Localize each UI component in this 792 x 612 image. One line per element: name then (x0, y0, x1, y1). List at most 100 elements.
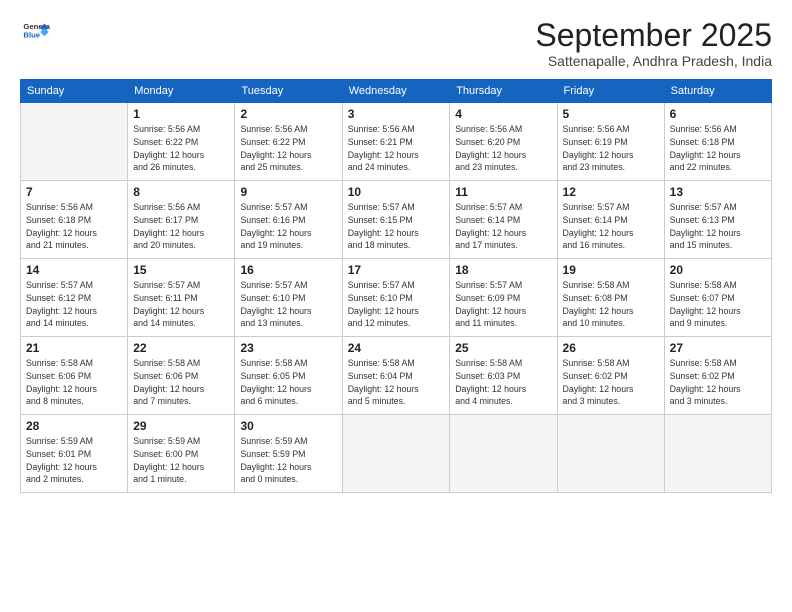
day-info: Sunrise: 5:58 AMSunset: 6:04 PMDaylight:… (348, 357, 444, 408)
week-row-3: 14 Sunrise: 5:57 AMSunset: 6:12 PMDayligh… (21, 259, 772, 337)
day-info: Sunrise: 5:59 AMSunset: 5:59 PMDaylight:… (240, 435, 336, 486)
day-number: 19 (563, 263, 659, 277)
logo-icon: General Blue (22, 18, 50, 46)
day-number: 14 (26, 263, 122, 277)
day-info: Sunrise: 5:56 AMSunset: 6:22 PMDaylight:… (133, 123, 229, 174)
weekday-header-row: SundayMondayTuesdayWednesdayThursdayFrid… (21, 80, 772, 103)
calendar-cell (21, 103, 128, 181)
calendar-cell: 19 Sunrise: 5:58 AMSunset: 6:08 PMDayligh… (557, 259, 664, 337)
day-info: Sunrise: 5:56 AMSunset: 6:22 PMDaylight:… (240, 123, 336, 174)
day-number: 28 (26, 419, 122, 433)
day-number: 10 (348, 185, 444, 199)
day-number: 18 (455, 263, 551, 277)
weekday-header-saturday: Saturday (664, 80, 771, 103)
day-number: 9 (240, 185, 336, 199)
day-number: 16 (240, 263, 336, 277)
week-row-5: 28 Sunrise: 5:59 AMSunset: 6:01 PMDayligh… (21, 415, 772, 493)
day-number: 22 (133, 341, 229, 355)
month-title: September 2025 (535, 18, 772, 53)
week-row-4: 21 Sunrise: 5:58 AMSunset: 6:06 PMDayligh… (21, 337, 772, 415)
calendar-cell: 21 Sunrise: 5:58 AMSunset: 6:06 PMDayligh… (21, 337, 128, 415)
day-number: 8 (133, 185, 229, 199)
calendar-cell: 7Sunrise: 5:56 AMSunset: 6:18 PMDaylight… (21, 181, 128, 259)
day-info: Sunrise: 5:58 AMSunset: 6:02 PMDaylight:… (563, 357, 659, 408)
calendar-cell: 8Sunrise: 5:56 AMSunset: 6:17 PMDaylight… (128, 181, 235, 259)
day-number: 23 (240, 341, 336, 355)
day-info: Sunrise: 5:58 AMSunset: 6:06 PMDaylight:… (133, 357, 229, 408)
calendar-cell: 2 Sunrise: 5:56 AMSunset: 6:22 PMDaylight… (235, 103, 342, 181)
week-row-2: 7Sunrise: 5:56 AMSunset: 6:18 PMDaylight… (21, 181, 772, 259)
week-row-1: 1 Sunrise: 5:56 AMSunset: 6:22 PMDaylight… (21, 103, 772, 181)
day-info: Sunrise: 5:59 AMSunset: 6:00 PMDaylight:… (133, 435, 229, 486)
calendar-cell: 22 Sunrise: 5:58 AMSunset: 6:06 PMDayligh… (128, 337, 235, 415)
calendar-cell: 13 Sunrise: 5:57 AMSunset: 6:13 PMDayligh… (664, 181, 771, 259)
calendar-cell: 1 Sunrise: 5:56 AMSunset: 6:22 PMDaylight… (128, 103, 235, 181)
day-info: Sunrise: 5:58 AMSunset: 6:06 PMDaylight:… (26, 357, 122, 408)
day-number: 20 (670, 263, 766, 277)
calendar-cell: 30Sunrise: 5:59 AMSunset: 5:59 PMDayligh… (235, 415, 342, 493)
calendar-cell: 15Sunrise: 5:57 AMSunset: 6:11 PMDayligh… (128, 259, 235, 337)
day-number: 6 (670, 107, 766, 121)
calendar-cell: 6Sunrise: 5:56 AMSunset: 6:18 PMDaylight… (664, 103, 771, 181)
day-number: 17 (348, 263, 444, 277)
calendar-table: SundayMondayTuesdayWednesdayThursdayFrid… (20, 79, 772, 493)
weekday-header-monday: Monday (128, 80, 235, 103)
weekday-header-sunday: Sunday (21, 80, 128, 103)
day-info: Sunrise: 5:57 AMSunset: 6:14 PMDaylight:… (563, 201, 659, 252)
calendar-cell: 17 Sunrise: 5:57 AMSunset: 6:10 PMDayligh… (342, 259, 449, 337)
day-info: Sunrise: 5:58 AMSunset: 6:05 PMDaylight:… (240, 357, 336, 408)
day-number: 29 (133, 419, 229, 433)
day-number: 1 (133, 107, 229, 121)
day-info: Sunrise: 5:57 AMSunset: 6:09 PMDaylight:… (455, 279, 551, 330)
calendar-cell: 27 Sunrise: 5:58 AMSunset: 6:02 PMDayligh… (664, 337, 771, 415)
calendar-cell: 16 Sunrise: 5:57 AMSunset: 6:10 PMDayligh… (235, 259, 342, 337)
day-info: Sunrise: 5:57 AMSunset: 6:10 PMDaylight:… (240, 279, 336, 330)
calendar-cell: 18 Sunrise: 5:57 AMSunset: 6:09 PMDayligh… (450, 259, 557, 337)
calendar-cell: 14 Sunrise: 5:57 AMSunset: 6:12 PMDayligh… (21, 259, 128, 337)
calendar-cell (664, 415, 771, 493)
calendar-cell: 24Sunrise: 5:58 AMSunset: 6:04 PMDayligh… (342, 337, 449, 415)
calendar-cell: 12 Sunrise: 5:57 AMSunset: 6:14 PMDayligh… (557, 181, 664, 259)
day-number: 13 (670, 185, 766, 199)
day-info: Sunrise: 5:58 AMSunset: 6:08 PMDaylight:… (563, 279, 659, 330)
day-number: 26 (563, 341, 659, 355)
calendar-cell: 23 Sunrise: 5:58 AMSunset: 6:05 PMDayligh… (235, 337, 342, 415)
calendar-cell: 9 Sunrise: 5:57 AMSunset: 6:16 PMDaylight… (235, 181, 342, 259)
calendar-cell: 3 Sunrise: 5:56 AMSunset: 6:21 PMDaylight… (342, 103, 449, 181)
calendar-cell: 25Sunrise: 5:58 AMSunset: 6:03 PMDayligh… (450, 337, 557, 415)
calendar-cell: 10 Sunrise: 5:57 AMSunset: 6:15 PMDayligh… (342, 181, 449, 259)
day-info: Sunrise: 5:57 AMSunset: 6:13 PMDaylight:… (670, 201, 766, 252)
day-info: Sunrise: 5:56 AMSunset: 6:20 PMDaylight:… (455, 123, 551, 174)
day-number: 12 (563, 185, 659, 199)
day-number: 3 (348, 107, 444, 121)
day-info: Sunrise: 5:59 AMSunset: 6:01 PMDaylight:… (26, 435, 122, 486)
calendar-cell (557, 415, 664, 493)
calendar-cell: 29 Sunrise: 5:59 AMSunset: 6:00 PMDayligh… (128, 415, 235, 493)
day-info: Sunrise: 5:57 AMSunset: 6:16 PMDaylight:… (240, 201, 336, 252)
svg-text:Blue: Blue (23, 31, 40, 40)
day-number: 4 (455, 107, 551, 121)
day-number: 21 (26, 341, 122, 355)
day-info: Sunrise: 5:58 AMSunset: 6:03 PMDaylight:… (455, 357, 551, 408)
page-header: General Blue September 2025 Sattenapalle… (20, 18, 772, 69)
calendar-cell (450, 415, 557, 493)
day-info: Sunrise: 5:57 AMSunset: 6:15 PMDaylight:… (348, 201, 444, 252)
calendar-cell: 20 Sunrise: 5:58 AMSunset: 6:07 PMDayligh… (664, 259, 771, 337)
day-info: Sunrise: 5:58 AMSunset: 6:02 PMDaylight:… (670, 357, 766, 408)
day-info: Sunrise: 5:57 AMSunset: 6:12 PMDaylight:… (26, 279, 122, 330)
calendar-cell: 4 Sunrise: 5:56 AMSunset: 6:20 PMDaylight… (450, 103, 557, 181)
weekday-header-tuesday: Tuesday (235, 80, 342, 103)
day-number: 2 (240, 107, 336, 121)
location-subtitle: Sattenapalle, Andhra Pradesh, India (535, 53, 772, 69)
day-info: Sunrise: 5:58 AMSunset: 6:07 PMDaylight:… (670, 279, 766, 330)
weekday-header-friday: Friday (557, 80, 664, 103)
logo: General Blue (20, 18, 50, 46)
day-number: 15 (133, 263, 229, 277)
day-number: 5 (563, 107, 659, 121)
calendar-cell: 26 Sunrise: 5:58 AMSunset: 6:02 PMDayligh… (557, 337, 664, 415)
day-number: 27 (670, 341, 766, 355)
day-info: Sunrise: 5:57 AMSunset: 6:10 PMDaylight:… (348, 279, 444, 330)
calendar-cell: 5Sunrise: 5:56 AMSunset: 6:19 PMDaylight… (557, 103, 664, 181)
day-info: Sunrise: 5:56 AMSunset: 6:21 PMDaylight:… (348, 123, 444, 174)
title-section: September 2025 Sattenapalle, Andhra Prad… (535, 18, 772, 69)
